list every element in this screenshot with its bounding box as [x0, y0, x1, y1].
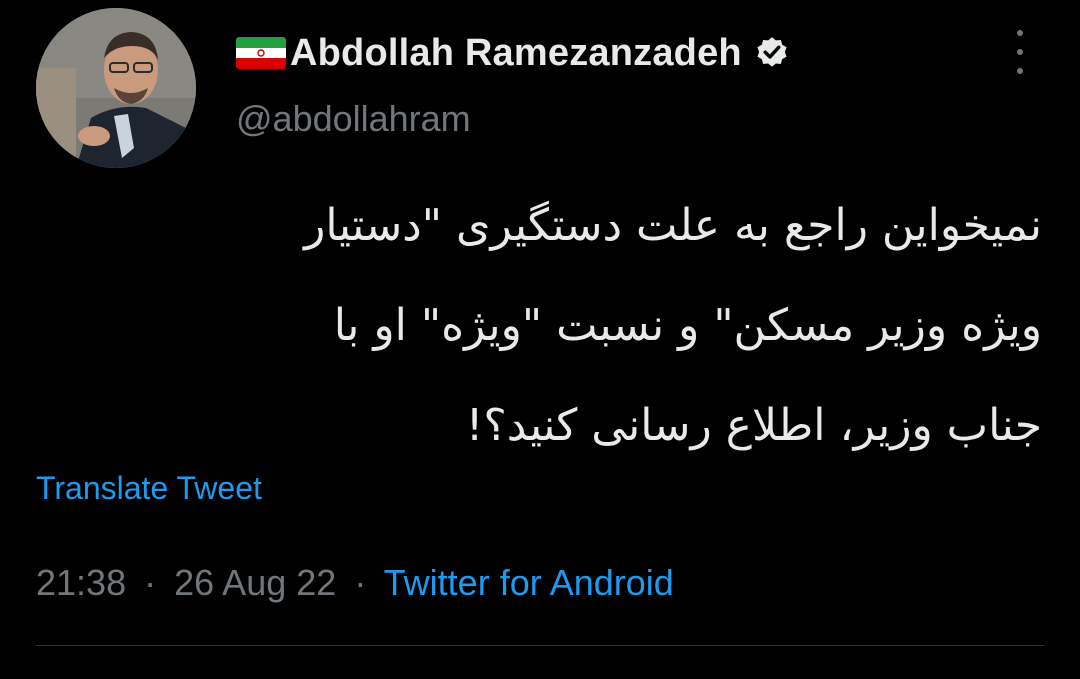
divider	[36, 645, 1044, 646]
metadata-separator: ·	[354, 562, 367, 603]
display-name[interactable]: Abdollah Ramezanzadeh	[290, 32, 742, 75]
tweet-text: نمیخواین راجع به علت دستگیری "دستیار ویژ…	[42, 176, 1042, 476]
iran-flag-icon	[236, 37, 286, 69]
metadata-separator: ·	[144, 562, 157, 603]
translate-tweet-link[interactable]: Translate Tweet	[36, 470, 262, 507]
tweet-metadata: 21:38 · 26 Aug 22 · Twitter for Android	[36, 562, 674, 604]
tweet-text-line: جناب وزیر، اطلاع رسانی کنید؟!	[465, 400, 1042, 451]
tweet-detail: Abdollah Ramezanzadeh @abdollahram نمیخو…	[0, 0, 1080, 679]
tweet-date[interactable]: 26 Aug 22	[174, 562, 336, 603]
tweet-text-line: نمیخواین راجع به علت دستگیری "دستیار	[304, 200, 1042, 251]
tweet-source-link[interactable]: Twitter for Android	[384, 562, 674, 603]
avatar[interactable]	[36, 8, 196, 168]
user-handle[interactable]: @abdollahram	[236, 98, 471, 140]
verified-badge-icon	[754, 35, 790, 71]
name-row: Abdollah Ramezanzadeh	[236, 30, 790, 76]
tweet-text-line: ویژه وزیر مسکن" و نسبت "ویژه" او با	[333, 300, 1042, 351]
avatar-photo	[36, 8, 196, 168]
more-options-icon[interactable]	[1010, 30, 1030, 74]
tweet-time[interactable]: 21:38	[36, 562, 126, 603]
